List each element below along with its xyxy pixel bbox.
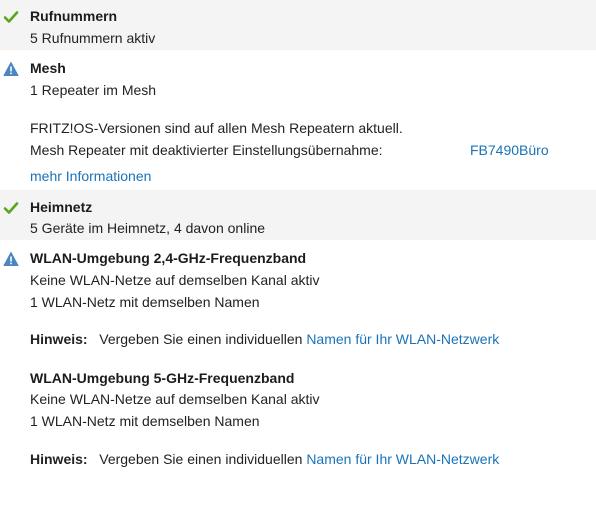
wlan24-title: WLAN-Umgebung 2,4-GHz-Frequenzband (30, 250, 307, 266)
wlan24-line1: Keine WLAN-Netze auf demselben Kanal akt… (30, 272, 320, 288)
mesh-title: Mesh (30, 60, 66, 76)
wlan24-hint-text: Vergeben Sie einen individuellen (99, 331, 303, 347)
rufnummern-status: 5 Rufnummern aktiv (30, 30, 156, 46)
heimnetz-title: Heimnetz (30, 199, 93, 215)
wlan24-hint: Hinweis: Vergeben Sie einen individuelle… (30, 331, 499, 347)
mesh-versions-text: FRITZ!OS-Versionen sind auf allen Mesh R… (30, 120, 403, 136)
wlan24-hint-label: Hinweis: (30, 331, 88, 347)
rufnummern-title: Rufnummern (30, 8, 118, 24)
wlan5-line1: Keine WLAN-Netze auf demselben Kanal akt… (30, 391, 320, 407)
wlan24-name-link[interactable]: Namen für Ihr WLAN-Netzwerk (306, 331, 499, 347)
wlan5-name-link[interactable]: Namen für Ihr WLAN-Netzwerk (306, 451, 499, 467)
section-rufnummern: Rufnummern 5 Rufnummern aktiv (0, 0, 596, 50)
mesh-status: 1 Repeater im Mesh (30, 82, 157, 98)
status-overview: Rufnummern 5 Rufnummern aktiv Mesh 1 Rep… (0, 0, 596, 516)
wlan5-hint-label: Hinweis: (30, 451, 88, 467)
section-heimnetz: Heimnetz 5 Geräte im Heimnetz, 4 davon o… (0, 190, 596, 240)
wlan5-title: WLAN-Umgebung 5-GHz-Frequenzband (30, 370, 295, 386)
wlan5-line2: 1 WLAN-Netz mit demselben Namen (30, 413, 260, 429)
wlan5-hint-text: Vergeben Sie einen individuellen (99, 451, 303, 467)
section-mesh: Mesh 1 Repeater im Mesh FRITZ!OS-Version… (0, 52, 596, 190)
check-icon (3, 11, 19, 23)
heimnetz-status: 5 Geräte im Heimnetz, 4 davon online (30, 220, 266, 236)
mesh-repeater-link[interactable]: FB7490Büro (470, 142, 549, 158)
warning-icon (3, 62, 19, 76)
warning-icon (3, 252, 19, 266)
wlan24-line2: 1 WLAN-Netz mit demselben Namen (30, 294, 260, 310)
wlan5-hint: Hinweis: Vergeben Sie einen individuelle… (30, 451, 499, 467)
section-wlan-5ghz: WLAN-Umgebung 5-GHz-Frequenzband Keine W… (0, 362, 596, 474)
mesh-repeater-text: Mesh Repeater mit deaktivierter Einstell… (30, 142, 383, 158)
check-icon (3, 202, 19, 214)
section-wlan-24ghz: WLAN-Umgebung 2,4-GHz-Frequenzband Keine… (0, 242, 596, 354)
mesh-more-info-link[interactable]: mehr Informationen (30, 168, 151, 184)
